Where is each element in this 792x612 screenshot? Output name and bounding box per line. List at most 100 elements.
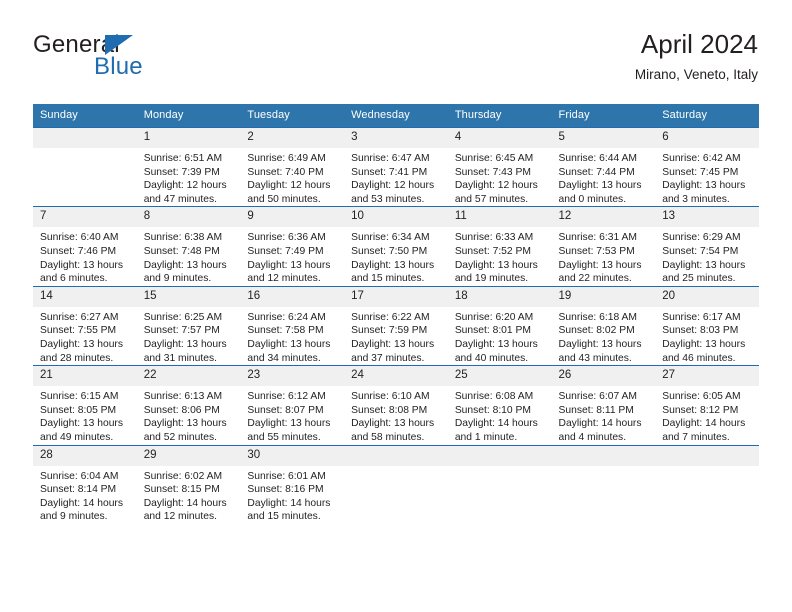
daylight-text: Daylight: 13 hours and 15 minutes. [351, 259, 435, 285]
calendar-day-cell[interactable]: 2 Sunrise: 6:49 AM Sunset: 7:40 PM Daylight… [240, 126, 345, 207]
weekday-header-row: Sunday Monday Tuesday Wednesday Thursday… [33, 104, 759, 128]
calendar-day-cell[interactable]: 15 Sunrise: 6:25 AM Sunset: 7:57 PM Dayligh… [136, 285, 241, 366]
calendar-day-cell[interactable]: 11 Sunrise: 6:33 AM Sunset: 7:52 PM Dayligh… [447, 206, 552, 287]
sunset-text: Sunset: 7:54 PM [662, 245, 739, 257]
daylight-text: Daylight: 13 hours and 58 minutes. [351, 418, 435, 443]
sunrise-text: Sunrise: 6:33 AM [454, 232, 534, 244]
calendar-day-cell[interactable]: 18 Sunrise: 6:20 AM Sunset: 8:01 PM Dayligh… [447, 285, 552, 366]
calendar-day-cell[interactable]: 30 Sunrise: 6:01 AM Sunset: 8:16 PM Dayligh… [240, 444, 345, 524]
day-details: Sunrise: 6:01 AM Sunset: 8:16 PM Daylight:… [240, 466, 344, 524]
sunrise-text: Sunrise: 6:24 AM [247, 311, 326, 323]
calendar-day-cell[interactable]: 19 Sunrise: 6:18 AM Sunset: 8:02 PM Dayligh… [551, 285, 656, 366]
daylight-text: Daylight: 13 hours and 9 minutes. [143, 259, 227, 285]
general-blue-logo[interactable]: General Blue [33, 32, 233, 88]
day-number: 14 [33, 286, 137, 307]
calendar-day-cell[interactable]: 9 Sunrise: 6:36 AM Sunset: 7:49 PM Daylight… [240, 206, 345, 287]
calendar-day-cell[interactable]: 26 Sunrise: 6:07 AM Sunset: 8:11 PM Dayligh… [551, 365, 656, 445]
calendar-day-cell[interactable]: 10 Sunrise: 6:34 AM Sunset: 7:50 PM Dayligh… [344, 206, 448, 287]
sunset-text: Sunset: 7:40 PM [247, 166, 324, 178]
calendar-day-cell[interactable]: 16 Sunrise: 6:24 AM Sunset: 7:58 PM Dayligh… [240, 285, 345, 366]
calendar-day-cell[interactable]: 17 Sunrise: 6:22 AM Sunset: 7:59 PM Dayligh… [344, 285, 448, 366]
sunrise-text: Sunrise: 6:10 AM [351, 391, 430, 403]
day-details: Sunrise: 6:27 AM Sunset: 7:55 PM Daylight:… [33, 307, 137, 365]
weekday-header-monday: Monday [136, 104, 241, 128]
calendar-day-cell[interactable]: 8 Sunrise: 6:38 AM Sunset: 7:48 PM Daylight… [136, 206, 241, 287]
calendar-week-row: 21 Sunrise: 6:15 AM Sunset: 8:05 PM Dayligh… [33, 365, 759, 445]
day-number: 11 [447, 207, 552, 228]
sunset-text: Sunset: 8:02 PM [558, 325, 635, 337]
calendar-day-cell[interactable]: 5 Sunrise: 6:44 AM Sunset: 7:44 PM Daylight… [551, 126, 656, 207]
page-subtitle-location: Mirano, Veneto, Italy [634, 67, 758, 82]
day-number: 25 [447, 366, 552, 387]
day-number: 15 [136, 286, 241, 307]
day-details: Sunrise: 6:49 AM Sunset: 7:40 PM Daylight:… [240, 148, 344, 206]
calendar-day-cell[interactable]: 29 Sunrise: 6:02 AM Sunset: 8:15 PM Dayligh… [136, 444, 241, 524]
sunrise-text: Sunrise: 6:02 AM [143, 470, 223, 482]
logo-text-blue: Blue [94, 53, 143, 80]
day-details: Sunrise: 6:02 AM Sunset: 8:15 PM Daylight:… [137, 466, 241, 524]
daylight-text: Daylight: 13 hours and 25 minutes. [662, 259, 746, 285]
day-number: 9 [240, 207, 345, 228]
daylight-text: Daylight: 13 hours and 46 minutes. [662, 338, 746, 364]
day-details: Sunrise: 6:34 AM Sunset: 7:50 PM Daylight:… [344, 227, 448, 285]
calendar-day-cell[interactable]: 7 Sunrise: 6:40 AM Sunset: 7:46 PM Daylight… [33, 206, 137, 287]
sunset-text: Sunset: 7:48 PM [143, 245, 220, 257]
sunrise-text: Sunrise: 6:40 AM [40, 232, 119, 244]
day-number [447, 445, 552, 466]
calendar-day-cell[interactable]: 21 Sunrise: 6:15 AM Sunset: 8:05 PM Dayligh… [33, 365, 137, 445]
calendar-day-cell[interactable]: 20 Sunrise: 6:17 AM Sunset: 8:03 PM Dayligh… [655, 285, 759, 366]
sunrise-text: Sunrise: 6:45 AM [454, 153, 534, 164]
day-details: Sunrise: 6:44 AM Sunset: 7:44 PM Daylight:… [552, 148, 656, 206]
calendar-day-cell[interactable]: 22 Sunrise: 6:13 AM Sunset: 8:06 PM Dayligh… [136, 365, 241, 445]
sunrise-text: Sunrise: 6:15 AM [40, 391, 119, 403]
sunset-text: Sunset: 8:14 PM [40, 484, 117, 496]
daylight-text: Daylight: 12 hours and 50 minutes. [247, 180, 331, 205]
sunset-text: Sunset: 8:03 PM [662, 325, 739, 337]
daylight-text: Daylight: 14 hours and 1 minute. [454, 418, 538, 443]
calendar-day-cell[interactable]: 6 Sunrise: 6:42 AM Sunset: 7:45 PM Daylight… [655, 126, 759, 207]
day-details: Sunrise: 6:12 AM Sunset: 8:07 PM Daylight:… [240, 386, 344, 444]
day-details: Sunrise: 6:15 AM Sunset: 8:05 PM Daylight:… [33, 386, 137, 444]
calendar-empty-cell [655, 444, 759, 524]
sunset-text: Sunset: 7:41 PM [351, 166, 428, 178]
daylight-text: Daylight: 13 hours and 37 minutes. [351, 338, 435, 364]
day-details: Sunrise: 6:47 AM Sunset: 7:41 PM Daylight:… [344, 148, 448, 206]
day-number: 23 [240, 366, 345, 387]
weekday-header-wednesday: Wednesday [344, 104, 448, 128]
sunrise-text: Sunrise: 6:44 AM [558, 153, 637, 164]
calendar-week-row: 7 Sunrise: 6:40 AM Sunset: 7:46 PM Daylight… [33, 206, 759, 287]
day-number [33, 128, 137, 148]
day-details: Sunrise: 6:13 AM Sunset: 8:06 PM Daylight:… [137, 386, 241, 444]
sunset-text: Sunset: 8:11 PM [558, 404, 634, 416]
day-details: Sunrise: 6:20 AM Sunset: 8:01 PM Daylight:… [448, 307, 552, 365]
day-details: Sunrise: 6:18 AM Sunset: 8:02 PM Daylight:… [552, 307, 656, 365]
sunset-text: Sunset: 7:46 PM [40, 245, 117, 257]
sunrise-text: Sunrise: 6:17 AM [662, 311, 741, 323]
calendar-day-cell[interactable]: 28 Sunrise: 6:04 AM Sunset: 8:14 PM Dayligh… [33, 444, 137, 524]
calendar-day-cell[interactable]: 14 Sunrise: 6:27 AM Sunset: 7:55 PM Dayligh… [33, 285, 137, 366]
day-details: Sunrise: 6:25 AM Sunset: 7:57 PM Daylight:… [137, 307, 241, 365]
day-number: 8 [136, 207, 241, 228]
calendar-day-cell[interactable]: 4 Sunrise: 6:45 AM Sunset: 7:43 PM Daylight… [447, 126, 552, 207]
calendar-day-cell[interactable]: 27 Sunrise: 6:05 AM Sunset: 8:12 PM Dayligh… [655, 365, 759, 445]
day-details: Sunrise: 6:45 AM Sunset: 7:43 PM Daylight:… [448, 148, 552, 206]
sunrise-text: Sunrise: 6:27 AM [40, 311, 119, 323]
calendar-day-cell[interactable]: 12 Sunrise: 6:31 AM Sunset: 7:53 PM Dayligh… [551, 206, 656, 287]
calendar-day-cell[interactable]: 13 Sunrise: 6:29 AM Sunset: 7:54 PM Dayligh… [655, 206, 759, 287]
calendar-day-cell[interactable]: 1 Sunrise: 6:51 AM Sunset: 7:39 PM Daylight… [136, 126, 241, 207]
calendar-day-cell[interactable]: 25 Sunrise: 6:08 AM Sunset: 8:10 PM Dayligh… [447, 365, 552, 445]
calendar-day-cell[interactable]: 24 Sunrise: 6:10 AM Sunset: 8:08 PM Dayligh… [344, 365, 448, 445]
sunrise-text: Sunrise: 6:08 AM [454, 391, 534, 403]
page-title: April 2024 [640, 29, 758, 59]
sunset-text: Sunset: 7:44 PM [558, 166, 635, 178]
sunset-text: Sunset: 7:43 PM [454, 166, 531, 178]
day-number: 7 [33, 207, 137, 228]
calendar-day-cell[interactable]: 3 Sunrise: 6:47 AM Sunset: 7:41 PM Daylight… [344, 126, 448, 207]
daylight-text: Daylight: 14 hours and 9 minutes. [40, 497, 123, 523]
sunset-text: Sunset: 8:12 PM [662, 404, 739, 416]
calendar-page: General Blue April 2024 Mirano, Veneto, … [0, 0, 792, 612]
day-details: Sunrise: 6:10 AM Sunset: 8:08 PM Daylight:… [344, 386, 448, 444]
calendar-day-cell[interactable]: 23 Sunrise: 6:12 AM Sunset: 8:07 PM Dayligh… [240, 365, 345, 445]
daylight-text: Daylight: 13 hours and 52 minutes. [143, 418, 227, 443]
sunrise-text: Sunrise: 6:05 AM [662, 391, 741, 403]
